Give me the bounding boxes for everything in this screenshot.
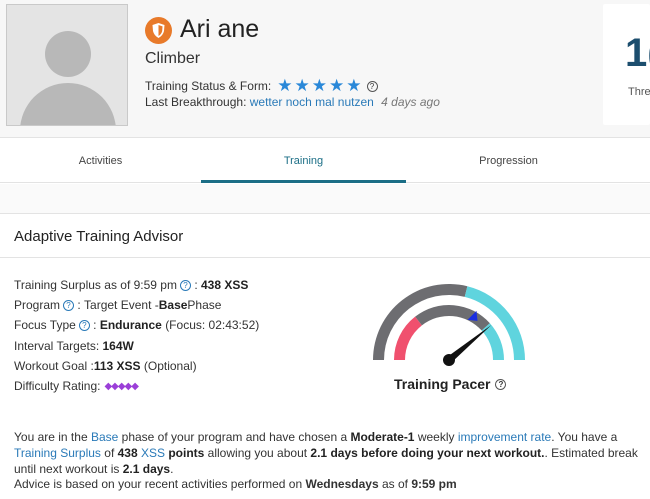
star-icon: ★: [294, 76, 310, 95]
phase-link[interactable]: Base: [91, 430, 118, 444]
active-tab-indicator: [201, 180, 406, 183]
focus-value: Endurance: [99, 318, 162, 333]
summary-text: . You have a: [551, 430, 618, 444]
interval-value: 164W: [102, 338, 134, 353]
advice-text: Advice is based on your recent activitie…: [14, 477, 306, 491]
advice-line: Advice is based on your recent activitie…: [14, 477, 457, 491]
panel-border: [0, 213, 650, 214]
gauge-needle-hub: [443, 354, 455, 366]
summary-text: of: [100, 446, 118, 460]
next-workout-text: before doing your next workout.: [361, 446, 545, 460]
star-icon: ★: [277, 76, 293, 95]
help-icon[interactable]: ?: [179, 279, 191, 291]
program-value-event: Target Event -: [84, 298, 159, 313]
form-stars: ★ ★ ★ ★ ★: [277, 76, 363, 95]
interval-label: Interval Targets:: [14, 338, 100, 353]
tab-activities[interactable]: Activities: [0, 138, 201, 184]
program-label: Program: [14, 298, 61, 313]
breakthrough-row: Last Breakthrough: wetter noch mal nutze…: [145, 95, 440, 109]
tab-training[interactable]: Training: [201, 138, 406, 184]
summary-text: You are in the: [14, 430, 91, 444]
avatar-head-shape: [45, 31, 91, 77]
goal-label: Workout Goal :: [14, 358, 94, 373]
avatar[interactable]: [6, 4, 128, 126]
tier-shield-icon[interactable]: [145, 17, 172, 44]
advice-text: as of: [378, 477, 412, 491]
help-icon[interactable]: ?: [78, 319, 90, 331]
surplus-points: 438: [117, 446, 138, 460]
gauge-label-row: Training Pacer ?: [394, 376, 507, 392]
summary-text: .: [170, 462, 174, 476]
metric-focus-type: Focus Type ? : Endurance (Focus: 02:43:5…: [14, 318, 260, 333]
star-icon: ★: [346, 76, 362, 95]
gauge-inner-pink-band: [394, 316, 422, 360]
training-metrics: Training Surplus as of 9:59 pm ? : 438 X…: [14, 275, 259, 396]
summary-text: weekly: [414, 430, 458, 444]
tab-progression[interactable]: Progression: [406, 138, 611, 184]
panel-divider: [0, 257, 650, 258]
difficulty-label: Difficulty Rating:: [14, 379, 101, 394]
athlete-role: Climber: [145, 50, 201, 67]
help-icon[interactable]: ?: [495, 378, 507, 390]
star-icon: ★: [311, 76, 328, 95]
training-surplus-link[interactable]: Training Surplus: [14, 446, 101, 460]
points-word: points: [165, 446, 205, 460]
section-gap: [0, 184, 650, 214]
star-icon: ★: [329, 76, 345, 95]
summary-text: phase of your program and have chosen a: [118, 430, 351, 444]
rate-value: Moderate-1: [350, 430, 415, 444]
surplus-label: Training Surplus as of 9:59 pm: [14, 278, 177, 293]
advice-time: 9:59 pm: [411, 477, 457, 491]
profile-tabs: Activities Training Progression: [0, 137, 650, 183]
metric-interval-targets: Interval Targets: 164W: [14, 336, 259, 356]
metric-training-surplus: Training Surplus as of 9:59 pm ? : 438 X…: [14, 278, 249, 293]
difficulty-diamonds-icon: ◆◆◆◆◆: [104, 380, 138, 392]
gauge-inner-teal-band: [481, 323, 504, 360]
help-icon[interactable]: ?: [63, 299, 75, 311]
xss-link[interactable]: XSS: [141, 446, 165, 460]
days-value: 2.1 days: [310, 446, 358, 460]
metric-difficulty-rating: Difficulty Rating: ◆◆◆◆◆: [14, 376, 259, 396]
breakthrough-label: Last Breakthrough:: [145, 95, 247, 109]
panel-title: Adaptive Training Advisor: [14, 228, 184, 245]
improvement-rate-link[interactable]: improvement rate: [458, 430, 551, 444]
help-icon[interactable]: ?: [366, 80, 378, 92]
metric-workout-goal: Workout Goal : 113 XSS (Optional): [14, 356, 259, 376]
avatar-body-shape: [20, 83, 116, 125]
training-pacer-gauge: [373, 284, 525, 366]
goal-value: 113 XSS: [93, 358, 141, 373]
program-value-suffix: Phase: [187, 298, 222, 313]
training-status-row: Training Status & Form: ★ ★ ★ ★ ★ ?: [145, 76, 378, 95]
profile-header: Ari ane Climber Training Status & Form: …: [0, 0, 650, 137]
athlete-name: Ari ane: [180, 15, 260, 43]
surplus-value: 438 XSS: [201, 278, 249, 293]
gauge-inner-dark-band: [415, 305, 490, 331]
focus-label: Focus Type: [14, 318, 76, 333]
summary-text: allowing you about: [204, 446, 311, 460]
advice-days: Wednesdays: [305, 477, 379, 491]
threshold-stat-label: Thres: [628, 86, 650, 98]
metric-program: Program ? : Target Event - Base Phase: [14, 298, 222, 313]
training-status-label: Training Status & Form:: [145, 79, 272, 93]
goal-detail: (Optional): [143, 358, 197, 373]
focus-detail: (Focus: 02:43:52): [165, 318, 260, 333]
threshold-stat-number: 1(: [625, 31, 650, 75]
threshold-stat-card[interactable]: 1( Thres: [603, 4, 650, 125]
breakthrough-ago: 4 days ago: [381, 95, 440, 109]
gauge-label: Training Pacer: [394, 376, 491, 392]
program-value-phase: Base: [158, 298, 188, 313]
advisor-summary: You are in the Base phase of your progra…: [14, 429, 639, 477]
break-days-value: 2.1 days: [122, 462, 171, 476]
breakthrough-link[interactable]: wetter noch mal nutzen: [250, 95, 374, 109]
